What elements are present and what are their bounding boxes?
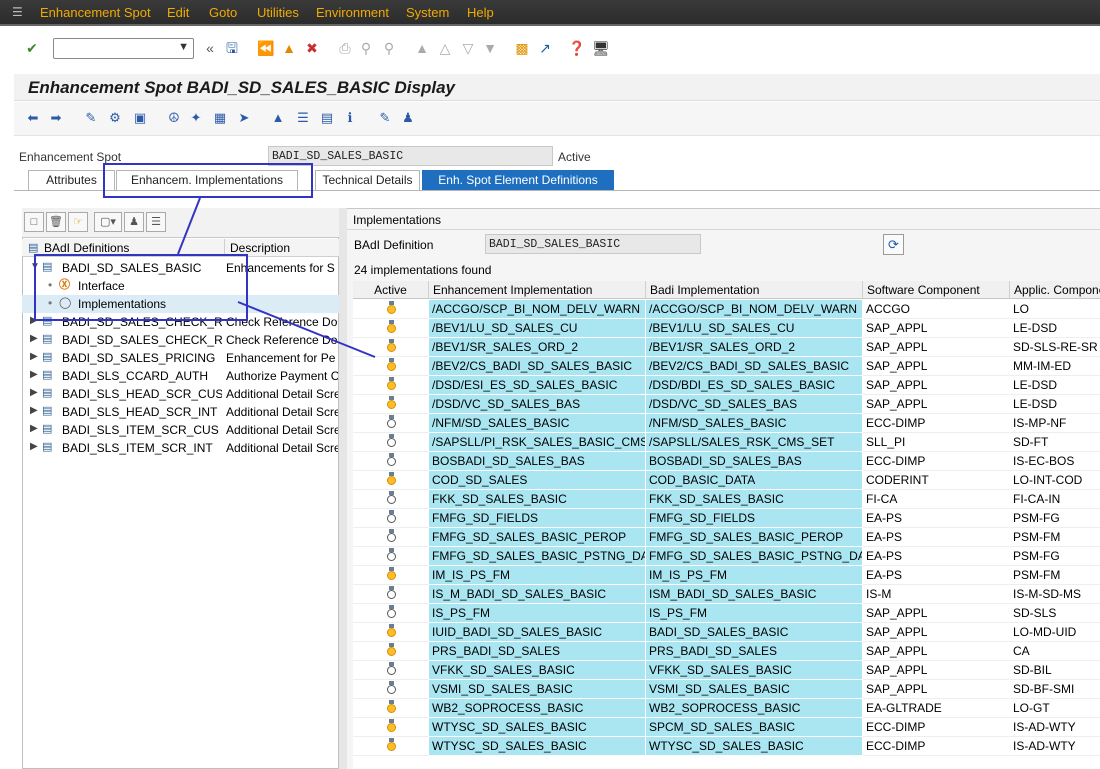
annotation-line-table [237,301,376,358]
annotation-line-tab [177,197,201,255]
annotation-lines [177,197,376,358]
